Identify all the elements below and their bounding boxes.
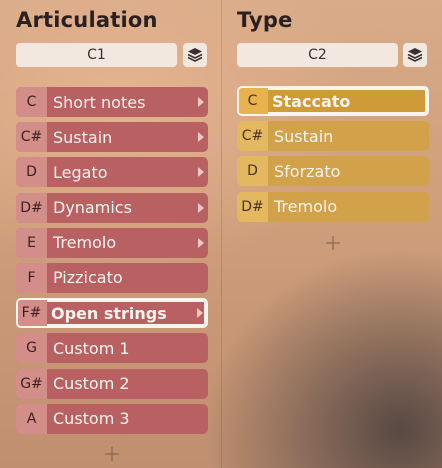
articulation-layers-button[interactable] (183, 43, 207, 67)
articulation-panel: Articulation C1 C Short notes C# Sustain… (0, 0, 222, 468)
type-key-selector[interactable]: C2 (237, 43, 398, 67)
key-label: D (237, 156, 268, 187)
item-label: Pizzicato (53, 268, 123, 288)
item-label: Custom 1 (53, 338, 130, 358)
key-label: F (16, 262, 47, 293)
chevron-right-icon[interactable] (198, 97, 204, 107)
layers-icon (407, 48, 423, 62)
articulation-item-sustain[interactable]: C# Sustain (16, 122, 208, 153)
articulation-item-tremolo[interactable]: E Tremolo (16, 227, 208, 258)
type-panel: Type C2 C Staccato C# Sustain D Sforzato… (222, 0, 442, 468)
articulation-item-custom-1[interactable]: G Custom 1 (16, 333, 208, 364)
item-label: Legato (53, 162, 108, 182)
item-label: Tremolo (53, 233, 117, 253)
key-label: G (16, 333, 47, 364)
articulation-item-custom-3[interactable]: A Custom 3 (16, 403, 208, 434)
key-label: D# (237, 191, 268, 222)
articulation-list: C Short notes C# Sustain D Legato D# Dyn… (16, 87, 208, 439)
chevron-right-icon[interactable] (198, 167, 204, 178)
item-label: Custom 2 (53, 374, 130, 393)
item-label: Sforzato (274, 161, 341, 181)
item-label: Open strings (51, 303, 167, 323)
item-label: Dynamics (53, 198, 132, 218)
chevron-right-icon[interactable] (198, 202, 204, 213)
plus-icon-stroke (111, 447, 113, 461)
key-label: D (16, 157, 47, 188)
type-layers-button[interactable] (403, 43, 427, 67)
item-label: Short notes (53, 92, 146, 112)
type-item-tremolo[interactable]: D# Tremolo (237, 191, 429, 222)
key-label: C (239, 88, 268, 114)
articulation-item-dynamics[interactable]: D# Dynamics (16, 192, 208, 223)
type-item-sforzato[interactable]: D Sforzato (237, 156, 429, 187)
layers-icon (187, 48, 203, 62)
item-label: Staccato (272, 91, 351, 111)
chevron-right-icon[interactable] (197, 308, 203, 319)
key-label: D# (16, 192, 47, 223)
key-label: F# (18, 300, 47, 327)
add-articulation-button[interactable] (103, 445, 121, 463)
key-label: C (16, 87, 47, 117)
plus-icon-stroke (332, 236, 334, 250)
add-type-button[interactable] (324, 234, 342, 252)
articulation-item-open-strings[interactable]: F# Open strings (16, 298, 208, 329)
key-label: A (16, 403, 47, 434)
key-label: C# (237, 121, 268, 152)
articulation-key-selector[interactable]: C1 (16, 43, 177, 67)
key-label: C# (16, 122, 47, 153)
type-item-sustain[interactable]: C# Sustain (237, 121, 429, 152)
articulation-item-legato[interactable]: D Legato (16, 157, 208, 188)
key-label: G# (16, 368, 47, 399)
item-label: Custom 3 (53, 409, 130, 429)
item-label: Tremolo (274, 197, 338, 217)
item-label: Sustain (274, 126, 334, 146)
articulation-title: Articulation (16, 8, 158, 32)
chevron-right-icon[interactable] (198, 237, 204, 248)
articulation-item-short-notes[interactable]: C Short notes (16, 87, 208, 117)
type-title: Type (237, 8, 293, 32)
key-label: E (16, 227, 47, 258)
type-item-staccato[interactable]: C Staccato (237, 86, 429, 116)
chevron-right-icon[interactable] (198, 132, 204, 143)
articulation-item-pizzicato[interactable]: F Pizzicato (16, 262, 208, 293)
item-label: Sustain (53, 127, 113, 147)
type-list: C Staccato C# Sustain D Sforzato D# Trem… (237, 86, 429, 227)
articulation-item-custom-2[interactable]: G# Custom 2 (16, 368, 208, 399)
